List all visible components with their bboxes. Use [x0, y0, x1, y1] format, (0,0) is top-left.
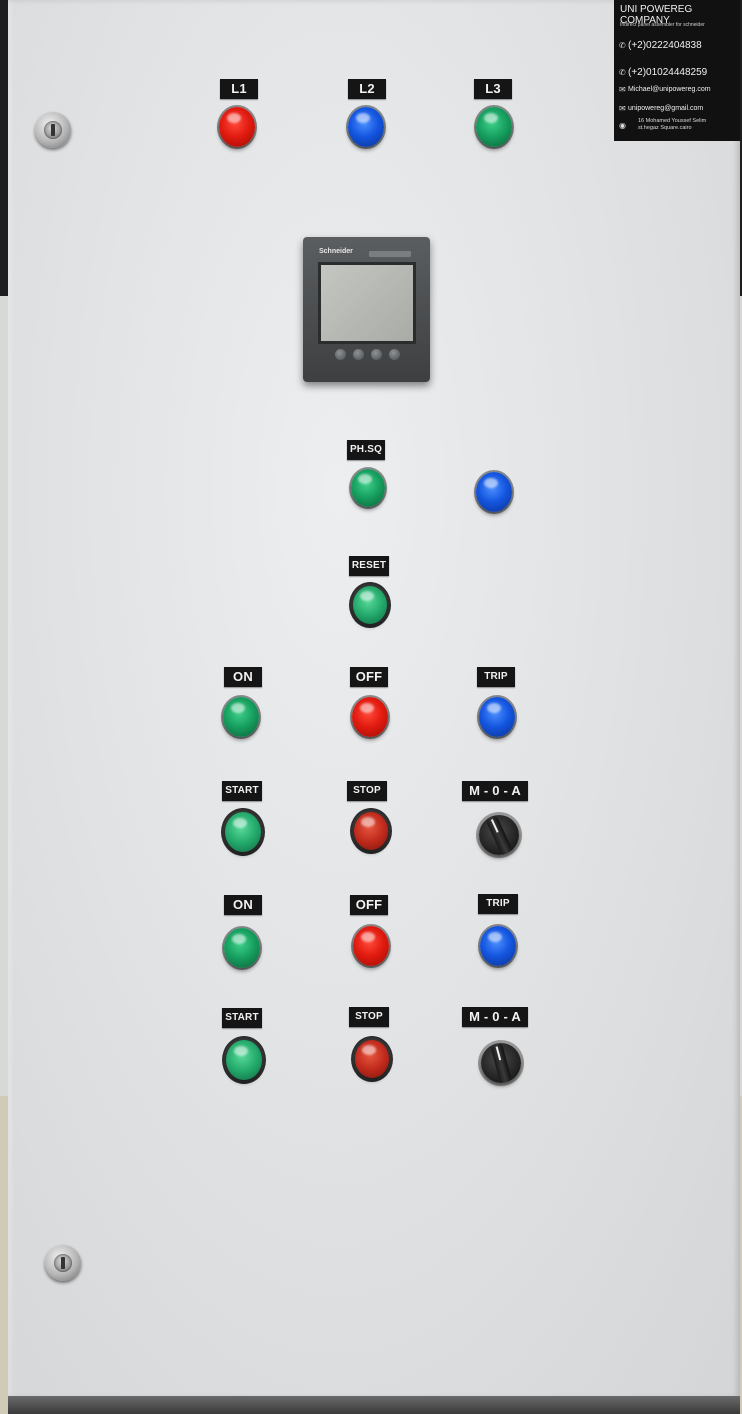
indicator-lamp-l1-red [219, 107, 255, 147]
email-2: unipowereg@gmail.com [628, 105, 704, 112]
mail-icon: ✉ [619, 85, 626, 94]
label-l3: L3 [474, 79, 512, 99]
lock-keyhole-icon [44, 121, 62, 139]
label-stop-1: STOP [347, 781, 387, 801]
mode-selector-switch-2[interactable] [481, 1042, 521, 1084]
location-icon: ◉ [619, 121, 626, 130]
label-start-1: START [222, 781, 262, 801]
address-line-1: 16 Mohamed Youssef Selim [638, 118, 707, 124]
label-selector-2: M - 0 - A [462, 1007, 528, 1027]
address-line-2: st.hegaz Square.cairo [638, 125, 692, 131]
indicator-lamp-trip-1 [479, 697, 515, 737]
indicator-lamp-on-2 [224, 928, 260, 968]
email-1: Michael@unipowereg.com [628, 86, 711, 93]
phone-icon: ✆ [619, 68, 626, 77]
label-phase-sequence: PH.SQ [347, 440, 385, 460]
label-off-2: OFF [350, 895, 388, 915]
start-button-1[interactable] [225, 812, 261, 852]
label-trip-1: TRIP [477, 667, 515, 687]
label-on-2: ON [224, 895, 262, 915]
meter-button-4[interactable] [389, 349, 400, 360]
label-off-1: OFF [350, 667, 388, 687]
label-trip-2: TRIP [478, 894, 518, 914]
label-reset: RESET [349, 556, 389, 576]
indicator-lamp-phase-sequence [351, 469, 385, 507]
meter-display [318, 262, 416, 344]
label-stop-2: STOP [349, 1007, 389, 1027]
label-on-1: ON [224, 667, 262, 687]
selector-handle [490, 1042, 512, 1084]
phone-1: (+2)0222404838 [628, 40, 702, 51]
meter-model-plate [369, 251, 411, 257]
reset-button[interactable] [353, 586, 387, 624]
company-address: 16 Mohamed Youssef Selim st.hegaz Square… [638, 118, 706, 132]
door-lock-top[interactable] [35, 112, 71, 148]
phone-2: (+2)01024448259 [628, 67, 708, 78]
meter-button-1[interactable] [335, 349, 346, 360]
company-subtitle: Indirect panel assembler for schneider [620, 22, 705, 28]
stop-button-2[interactable] [355, 1040, 389, 1078]
label-selector-1: M - 0 - A [462, 781, 528, 801]
selector-handle [485, 814, 513, 856]
mode-selector-switch-1[interactable] [479, 814, 519, 856]
power-meter: Schneider [303, 237, 430, 382]
company-sticker: UNI POWEREG COMPANY Indirect panel assem… [614, 0, 740, 141]
indicator-lamp-blue [476, 472, 512, 512]
panel-bottom-edge [8, 1396, 740, 1414]
meter-brand: Schneider [319, 248, 353, 255]
indicator-lamp-l3-green [476, 107, 512, 147]
meter-button-2[interactable] [353, 349, 364, 360]
indicator-lamp-off-1 [352, 697, 388, 737]
indicator-lamp-off-2 [353, 926, 389, 966]
door-lock-bottom[interactable] [45, 1245, 81, 1281]
phone-icon: ✆ [619, 41, 626, 50]
lock-keyhole-icon [54, 1254, 72, 1272]
mail-icon: ✉ [619, 104, 626, 113]
indicator-lamp-on-1 [223, 697, 259, 737]
indicator-lamp-trip-2 [480, 926, 516, 966]
meter-button-3[interactable] [371, 349, 382, 360]
label-start-2: START [222, 1008, 262, 1028]
indicator-lamp-l2-blue [348, 107, 384, 147]
label-l2: L2 [348, 79, 386, 99]
start-button-2[interactable] [226, 1040, 262, 1080]
label-l1: L1 [220, 79, 258, 99]
stop-button-1[interactable] [354, 812, 388, 850]
